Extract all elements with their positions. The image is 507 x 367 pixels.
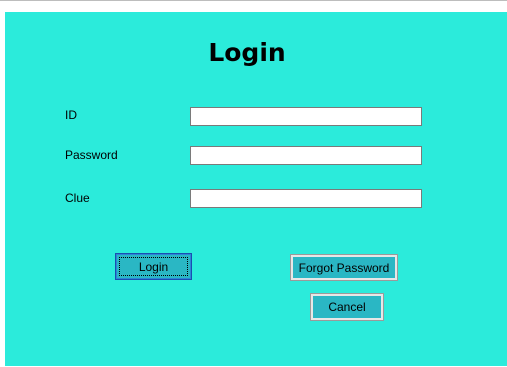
page-title: Login (208, 38, 286, 67)
window-top-border (0, 0, 507, 1)
clue-field[interactable] (190, 189, 422, 208)
login-button[interactable]: Login (115, 253, 192, 280)
forgot-password-button[interactable]: Forgot Password (290, 254, 398, 281)
login-form: Login ID Password Clue Login Forgot Pass… (5, 12, 507, 366)
password-label: Password (65, 148, 118, 162)
clue-label: Clue (65, 191, 90, 205)
cancel-button-label: Cancel (328, 300, 366, 314)
forgot-password-button-label: Forgot Password (298, 260, 390, 275)
id-field[interactable] (190, 107, 422, 126)
id-label: ID (65, 108, 77, 122)
cancel-button[interactable]: Cancel (310, 293, 384, 321)
login-button-label: Login (138, 259, 169, 274)
password-field[interactable] (190, 146, 422, 165)
